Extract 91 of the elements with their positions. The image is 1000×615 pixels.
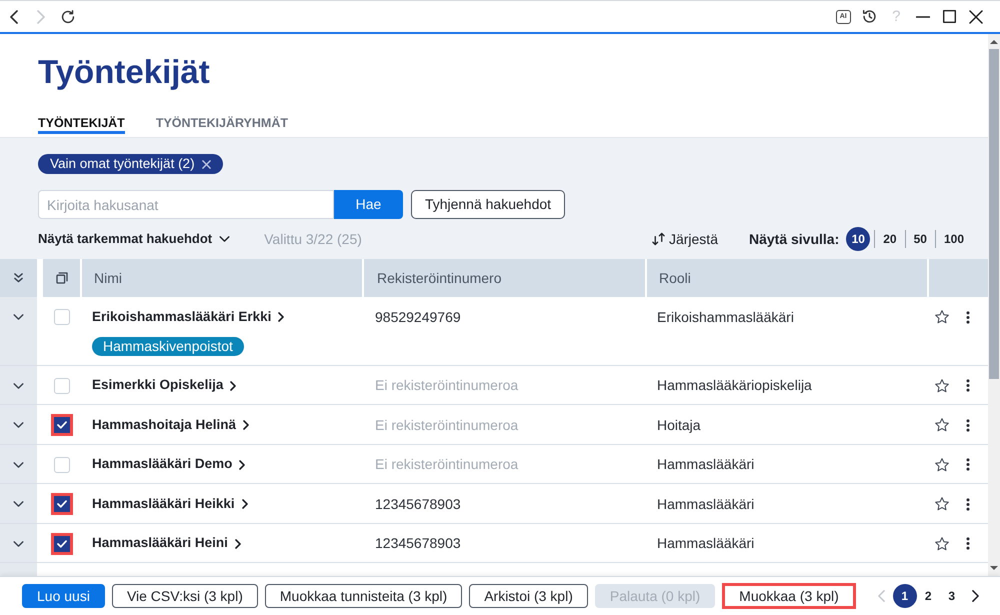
chevron-right-icon: [239, 460, 246, 470]
table-cell-text: Hammaslääkäriopiskelija: [657, 376, 813, 395]
page-size-option[interactable]: 100: [936, 230, 972, 248]
check-icon: [56, 421, 66, 429]
table-cell-text: 98529249769: [375, 308, 462, 326]
search-button[interactable]: Hae: [334, 190, 403, 219]
chevron-down-icon[interactable]: [13, 501, 24, 507]
table-cell-text: Hammaslääkäri: [657, 494, 756, 514]
history-icon[interactable]: [862, 9, 878, 24]
double-chevron-down-icon[interactable]: [14, 273, 23, 283]
advanced-search-toggle[interactable]: Näytä tarkemmat hakuehdot: [38, 229, 230, 249]
page-size-option[interactable]: 20: [875, 230, 905, 248]
reload-icon[interactable]: [60, 10, 74, 24]
filter-chip[interactable]: Vain omat työntekijät (2): [38, 154, 223, 174]
page-size-option[interactable]: 50: [906, 230, 935, 248]
checkbox[interactable]: [54, 378, 70, 394]
scroll-down-arrow-icon[interactable]: [990, 566, 998, 570]
page-size-option[interactable]: 10: [846, 227, 870, 251]
table-cell-text: Ei rekisteröintinumeroa: [375, 416, 520, 434]
employee-name-link[interactable]: Hammaslääkäri Demo: [92, 454, 246, 474]
action-button[interactable]: Luo uusi: [22, 584, 105, 608]
employee-name-link[interactable]: Hammaslääkäri Heikki: [92, 494, 248, 514]
kebab-menu-icon[interactable]: [966, 310, 970, 324]
minimize-icon[interactable]: [916, 16, 930, 18]
checkbox[interactable]: [54, 309, 70, 325]
table-cell-text: 12345678903: [375, 494, 462, 514]
star-icon[interactable]: [934, 417, 950, 433]
stacked-squares-icon[interactable]: [56, 272, 68, 284]
back-icon[interactable]: [10, 10, 18, 24]
page-title: Työntekijät: [38, 52, 210, 92]
checkbox[interactable]: [50, 532, 72, 554]
column-header[interactable]: Nimi: [94, 268, 122, 288]
check-icon: [56, 500, 66, 508]
chevron-down-icon[interactable]: [13, 422, 24, 428]
maximize-icon[interactable]: [942, 10, 956, 23]
kebab-menu-icon[interactable]: [966, 458, 970, 471]
chevron-down-icon[interactable]: [13, 314, 24, 320]
table-cell-text: Ei rekisteröintinumeroa: [375, 455, 520, 474]
table-cell-text: Erikoishammaslääkäri: [657, 308, 795, 326]
page-size-label: Näytä sivulla:: [748, 230, 840, 249]
table-cell-text: Hoitaja: [657, 416, 702, 435]
kebab-menu-icon[interactable]: [966, 498, 970, 510]
close-icon[interactable]: [968, 10, 983, 24]
action-button[interactable]: Muokkaa tunnisteita (3 kpl): [264, 584, 462, 608]
table-cell-text: 12345678903: [375, 534, 462, 553]
chevron-right-icon: [243, 420, 250, 430]
kebab-menu-icon[interactable]: [966, 418, 970, 432]
checkbox[interactable]: [54, 456, 70, 472]
chevron-right-icon: [234, 538, 241, 548]
sort-button[interactable]: Järjestä: [652, 228, 718, 250]
employee-name-link[interactable]: Hammashoitaja Helinä: [92, 415, 250, 435]
table-cell-text: Hammaslääkäri: [657, 534, 756, 553]
action-button[interactable]: Arkistoi (3 kpl): [469, 584, 588, 608]
chevron-right-icon: [242, 499, 248, 509]
scrollbar-thumb[interactable]: [989, 49, 999, 379]
sort-arrows-icon: [652, 232, 665, 246]
kebab-menu-icon[interactable]: [966, 379, 970, 392]
star-icon[interactable]: [934, 378, 950, 394]
kebab-menu-icon[interactable]: [966, 537, 970, 550]
column-header[interactable]: Rooli: [659, 268, 691, 288]
star-icon[interactable]: [934, 496, 950, 512]
table-cell-text: Hammaslääkäri: [657, 455, 756, 474]
action-button[interactable]: Muokkaa (3 kpl): [722, 583, 856, 609]
page-button[interactable]: 2: [924, 587, 932, 605]
chevron-right-icon[interactable]: [972, 590, 979, 602]
chevron-down-icon[interactable]: [13, 462, 24, 468]
tab[interactable]: TYÖNTEKIJÄRYHMÄT: [156, 115, 288, 134]
scroll-up-arrow-icon[interactable]: [990, 40, 998, 44]
chevron-down-icon[interactable]: [13, 382, 24, 388]
action-button[interactable]: Vie CSV:ksi (3 kpl): [112, 584, 258, 608]
employee-name-link[interactable]: Esimerkki Opiskelija: [92, 376, 236, 396]
tab[interactable]: TYÖNTEKIJÄT: [38, 115, 125, 134]
chevron-down-icon[interactable]: [13, 540, 24, 546]
star-icon[interactable]: [934, 536, 950, 552]
checkbox[interactable]: [50, 493, 72, 515]
page-button[interactable]: 1: [893, 584, 916, 608]
employee-name-link[interactable]: Erikoishammaslääkäri Erkki: [92, 307, 284, 327]
scrollbar[interactable]: [988, 34, 1000, 576]
check-icon: [56, 540, 66, 548]
clear-filters-button[interactable]: Tyhjennä hakuehdot: [411, 190, 565, 219]
chevron-right-icon: [278, 312, 284, 322]
page-button[interactable]: 3: [948, 587, 956, 605]
star-icon[interactable]: [934, 456, 950, 472]
checkbox[interactable]: [50, 414, 72, 436]
selection-summary: Valittu 3/22 (25): [264, 230, 362, 249]
search-field[interactable]: Kirjoita hakusanat: [38, 190, 334, 219]
star-icon[interactable]: [934, 309, 950, 325]
tag: Hammaskivenpoistot: [92, 337, 244, 356]
chevron-right-icon: [230, 380, 236, 390]
table-cell-text: Ei rekisteröintinumeroa: [375, 376, 520, 395]
employee-name-link[interactable]: Hammaslääkäri Heini: [92, 534, 241, 554]
